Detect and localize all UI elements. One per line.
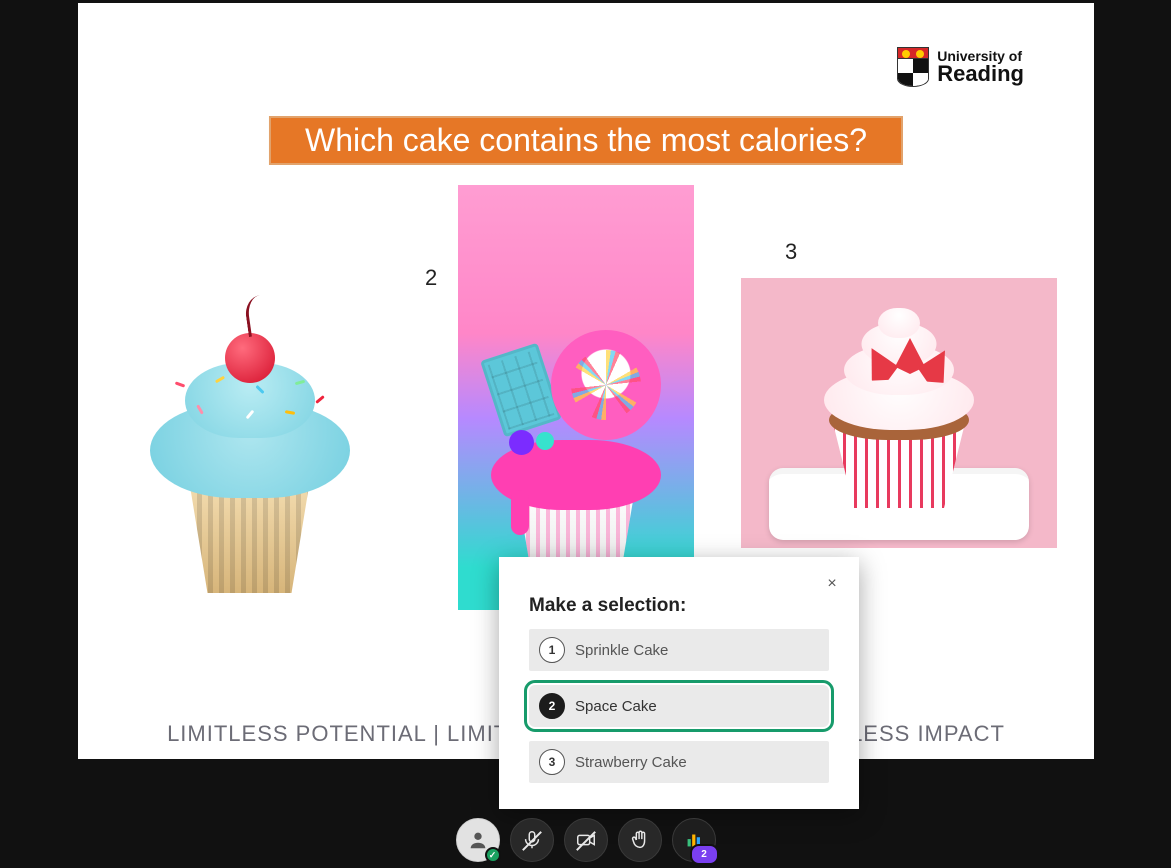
poll-options: 1 Sprinkle Cake 2 Space Cake 3 Strawberr…	[499, 629, 859, 783]
shield-icon	[897, 47, 929, 87]
poll-option-3[interactable]: 3 Strawberry Cake	[529, 741, 829, 783]
raise-hand-button[interactable]	[618, 818, 662, 862]
university-logo: University of Reading	[897, 47, 1024, 87]
status-ok-icon: ✓	[485, 847, 501, 863]
option-number-2: 2	[425, 265, 437, 291]
camera-toggle-button[interactable]	[564, 818, 608, 862]
notification-badge: 2	[690, 844, 719, 865]
person-icon	[467, 829, 489, 851]
poll-option-number: 2	[539, 693, 565, 719]
camera-icon	[575, 829, 597, 851]
session-controls: ✓ 2	[456, 818, 716, 862]
engagement-poll-button[interactable]: 2	[672, 818, 716, 862]
poll-option-number: 3	[539, 749, 565, 775]
cupcake-image-1	[102, 228, 397, 603]
option-number-3: 3	[785, 239, 797, 265]
logo-line2: Reading	[937, 63, 1024, 85]
profile-status-button[interactable]: ✓	[456, 818, 500, 862]
poll-option-2[interactable]: 2 Space Cake	[529, 685, 829, 727]
poll-option-1[interactable]: 1 Sprinkle Cake	[529, 629, 829, 671]
microphone-icon	[521, 829, 543, 851]
poll-option-number: 1	[539, 637, 565, 663]
poll-option-label: Strawberry Cake	[575, 754, 687, 771]
raise-hand-icon	[629, 829, 651, 851]
slide-title: Which cake contains the most calories?	[269, 116, 903, 165]
poll-prompt: Make a selection:	[499, 557, 859, 629]
close-button[interactable]: ×	[823, 575, 841, 593]
cupcake-image-3	[741, 278, 1057, 548]
poll-popup: × Make a selection: 1 Sprinkle Cake 2 Sp…	[499, 557, 859, 809]
cupcake-image-2	[458, 185, 694, 610]
microphone-toggle-button[interactable]	[510, 818, 554, 862]
poll-option-label: Sprinkle Cake	[575, 642, 668, 659]
poll-option-label: Space Cake	[575, 698, 657, 715]
